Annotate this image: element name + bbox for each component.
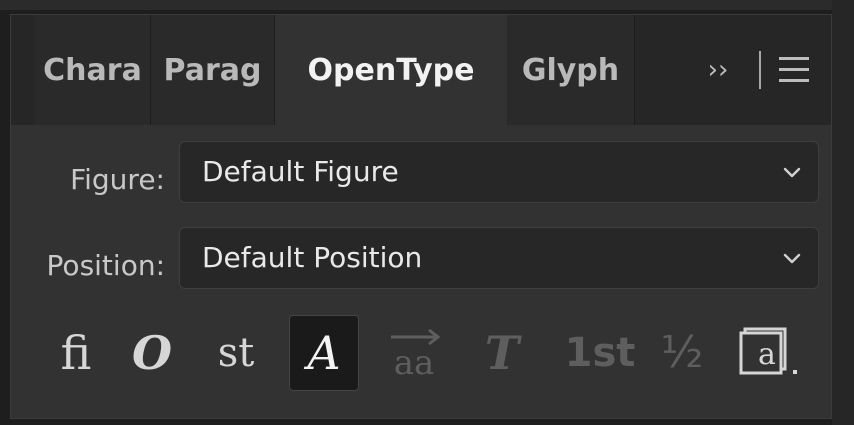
ligature-fi-icon: ﬁ (60, 326, 92, 380)
panel-menu-button[interactable] (773, 47, 819, 93)
ordinals-button[interactable]: 1st (559, 315, 641, 391)
titling-t-icon: T (484, 326, 520, 380)
chevron-down-icon (783, 253, 801, 264)
contextual-alternate-o-icon: O (131, 326, 173, 380)
app-frame: Chara Parag OpenType Glyph ›› Figure: De… (0, 0, 854, 425)
tab-overflow-sliver (635, 15, 647, 125)
arrow-right-icon (391, 328, 441, 346)
chevron-down-icon (783, 167, 801, 178)
stylistic-set-a-icon: a (758, 337, 776, 372)
tab-overflow-button[interactable]: ›› (693, 45, 743, 95)
position-dropdown-value: Default Position (202, 241, 423, 274)
fractions-button[interactable]: ½ (647, 315, 717, 391)
contextual-alternates-button[interactable]: O (117, 315, 187, 391)
stylistic-alternates-button[interactable]: aa (379, 315, 449, 391)
opentype-panel: Chara Parag OpenType Glyph ›› Figure: De… (10, 14, 832, 419)
tab-paragraph[interactable]: Parag (151, 15, 275, 125)
standard-ligatures-button[interactable]: ﬁ (41, 315, 111, 391)
panel-tab-bar: Chara Parag OpenType Glyph ›› (11, 15, 831, 125)
opentype-feature-buttons: ﬁ O st A aa T 1st ½ a (11, 311, 831, 397)
position-dropdown[interactable]: Default Position (179, 227, 819, 289)
position-label: Position: (46, 249, 165, 282)
tab-divider (759, 51, 761, 89)
swash-button[interactable]: A (289, 315, 359, 391)
figure-dropdown[interactable]: Default Figure (179, 141, 819, 203)
double-chevron-right-icon: ›› (707, 55, 729, 85)
discretionary-ligatures-button[interactable]: st (201, 315, 271, 391)
swash-a-icon: A (307, 326, 341, 380)
figure-label: Figure: (70, 163, 165, 196)
ordinal-1st-icon: 1st (564, 330, 636, 376)
titling-alternates-button[interactable]: T (467, 315, 537, 391)
ligature-st-icon: st (217, 330, 255, 376)
tab-glyphs[interactable]: Glyph (507, 15, 635, 125)
fraction-half-icon: ½ (660, 327, 704, 378)
stylistic-sets-button[interactable]: a (733, 315, 813, 391)
figure-dropdown-value: Default Figure (202, 155, 399, 188)
window-top-edge (0, 0, 854, 10)
tab-character[interactable]: Chara (35, 15, 151, 125)
tab-opentype[interactable]: OpenType (275, 15, 507, 125)
scrollbar-track[interactable] (832, 0, 854, 425)
